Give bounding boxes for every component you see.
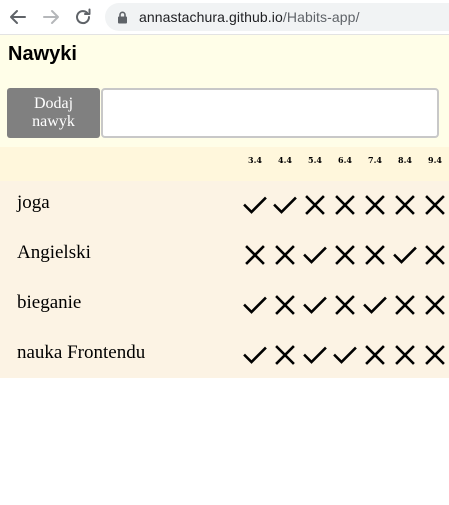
habit-name: joga [17, 192, 50, 213]
habit-name: bieganie [17, 292, 82, 313]
url-path: /Habits-app/ [282, 9, 360, 25]
date-header: 3.4 [248, 155, 262, 165]
checkmark-icon[interactable] [243, 293, 267, 317]
cross-icon[interactable] [423, 293, 447, 317]
reload-button[interactable] [71, 5, 95, 29]
arrow-right-icon [43, 10, 59, 24]
url-text: annastachura.github.io/Habits-app/ [139, 9, 360, 25]
checkmark-icon[interactable] [273, 193, 297, 217]
page-title: Nawyki [8, 43, 77, 65]
back-button[interactable] [6, 5, 30, 29]
url-host: annastachura.github.io [139, 9, 283, 25]
checkmark-icon[interactable] [303, 293, 327, 317]
add-habit-button[interactable]: Dodaj nawyk [7, 88, 100, 138]
browser-toolbar: annastachura.github.io/Habits-app/ [0, 0, 449, 35]
checkmark-icon[interactable] [243, 193, 267, 217]
forward-button[interactable] [39, 5, 63, 29]
lock-icon [118, 11, 127, 24]
cross-icon[interactable] [333, 243, 357, 267]
habits-list: joga Angielski bieganie nauka Frontendu [0, 181, 449, 378]
cross-icon[interactable] [333, 193, 357, 217]
address-bar[interactable]: annastachura.github.io/Habits-app/ [105, 3, 449, 31]
habit-row: Angielski [0, 231, 449, 281]
dates-header-row: 3.4 4.4 5.4 6.4 7.4 8.4 9.4 [0, 147, 449, 181]
cross-icon[interactable] [423, 193, 447, 217]
checkmark-icon[interactable] [393, 243, 417, 267]
checkmark-icon[interactable] [333, 343, 357, 367]
cross-icon[interactable] [423, 343, 447, 367]
cross-icon[interactable] [393, 343, 417, 367]
cross-icon[interactable] [423, 243, 447, 267]
checkmark-icon[interactable] [303, 243, 327, 267]
cross-icon[interactable] [363, 343, 387, 367]
reload-icon [76, 8, 91, 25]
cross-icon[interactable] [393, 293, 417, 317]
cross-icon[interactable] [273, 343, 297, 367]
checkmark-icon[interactable] [243, 343, 267, 367]
date-header: 7.4 [368, 155, 382, 165]
habit-row: joga [0, 181, 449, 231]
cross-icon[interactable] [393, 193, 417, 217]
cross-icon[interactable] [273, 293, 297, 317]
date-header: 4.4 [278, 155, 292, 165]
checkmark-icon[interactable] [363, 293, 387, 317]
cross-icon[interactable] [333, 293, 357, 317]
habit-name: Angielski [17, 242, 91, 263]
habits-app: Nawyki Dodaj nawyk 3.4 4.4 5.4 6.4 7.4 8.4 9.4… [0, 35, 449, 378]
date-header: 8.4 [398, 155, 412, 165]
cross-icon[interactable] [363, 243, 387, 267]
habit-row: nauka Frontendu [0, 331, 449, 381]
checkmark-icon[interactable] [303, 343, 327, 367]
date-header: 6.4 [338, 155, 352, 165]
date-header: 5.4 [308, 155, 322, 165]
habit-name: nauka Frontendu [17, 342, 146, 363]
date-header: 9.4 [428, 155, 442, 165]
habit-name-input[interactable] [101, 88, 439, 138]
arrow-left-icon [10, 10, 26, 24]
cross-icon[interactable] [243, 243, 267, 267]
cross-icon[interactable] [363, 193, 387, 217]
habit-row: bieganie [0, 281, 449, 331]
cross-icon[interactable] [303, 193, 327, 217]
app-header: Nawyki Dodaj nawyk 3.4 4.4 5.4 6.4 7.4 8.4 9.4 [0, 35, 449, 181]
cross-icon[interactable] [273, 243, 297, 267]
